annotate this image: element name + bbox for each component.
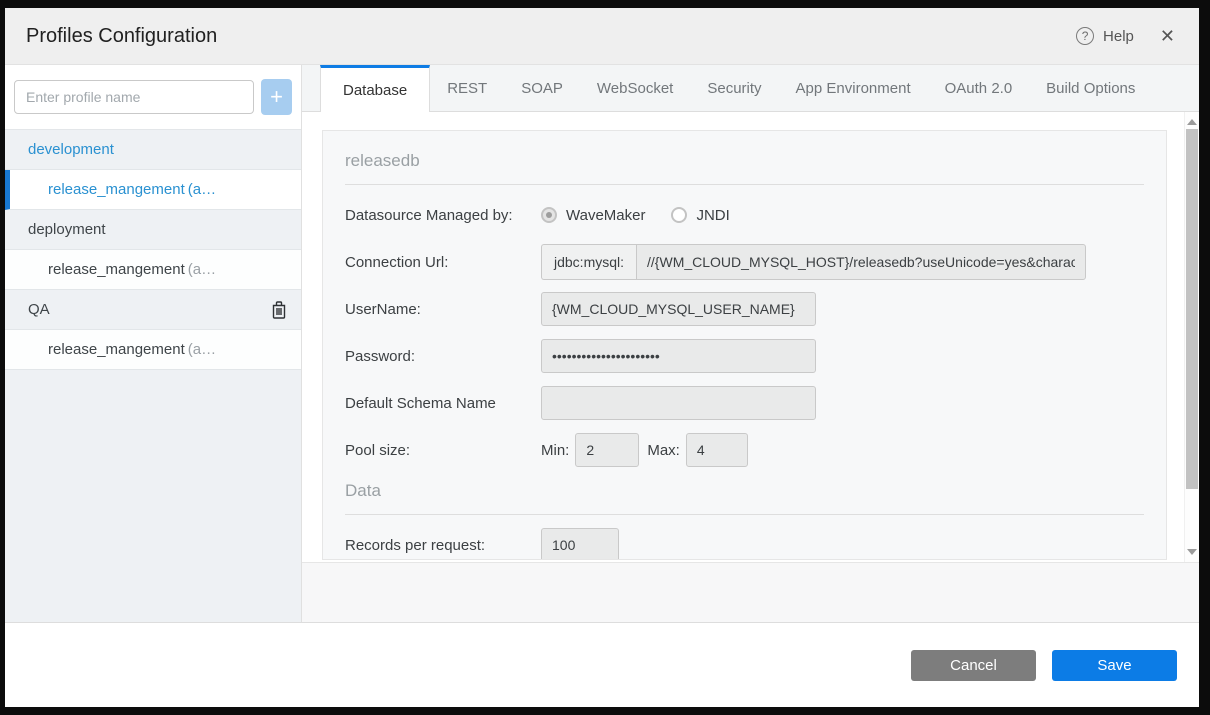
db-section-title: releasedb — [345, 151, 1144, 171]
datasource-radio-group: WaveMaker JNDI — [541, 207, 756, 224]
connection-url-label: Connection Url: — [345, 254, 541, 271]
save-button[interactable]: Save — [1052, 650, 1177, 681]
tab-database[interactable]: Database — [320, 65, 430, 112]
help-icon[interactable]: ? — [1076, 27, 1094, 45]
section-divider — [345, 184, 1144, 185]
tab-oauth[interactable]: OAuth 2.0 — [928, 65, 1030, 111]
tab-app-environment[interactable]: App Environment — [779, 65, 928, 111]
triangle-up-icon — [1187, 119, 1197, 125]
dialog-header: Profiles Configuration ? Help ✕ — [5, 8, 1199, 65]
radio-wavemaker[interactable]: WaveMaker — [541, 207, 645, 224]
close-icon[interactable]: ✕ — [1160, 27, 1175, 45]
profile-name-input[interactable] — [14, 80, 254, 114]
profile-group-label: deployment — [28, 221, 106, 238]
datasource-row: Datasource Managed by: WaveMaker JNDI — [345, 198, 1144, 232]
tab-security[interactable]: Security — [690, 65, 778, 111]
datasource-label: Datasource Managed by: — [345, 207, 541, 224]
content-bottom-strip — [302, 563, 1199, 622]
default-schema-label: Default Schema Name — [345, 395, 541, 412]
default-schema-row: Default Schema Name — [345, 386, 1144, 420]
records-row: Records per request: — [345, 528, 1144, 560]
username-label: UserName: — [345, 301, 541, 318]
default-schema-input[interactable] — [541, 386, 816, 420]
scroll-down-button[interactable] — [1185, 544, 1199, 560]
sidebar-item-qa[interactable]: QA — [5, 290, 301, 330]
profile-item-suffix: (a… — [188, 341, 216, 358]
dialog-title: Profiles Configuration — [26, 25, 1076, 48]
profile-item-label: release_mangement — [48, 181, 185, 198]
password-input[interactable] — [541, 339, 816, 373]
delete-profile-button[interactable] — [271, 300, 287, 319]
vertical-scrollbar[interactable] — [1184, 112, 1199, 562]
cancel-button[interactable]: Cancel — [911, 650, 1036, 681]
profile-item-label: release_mangement — [48, 261, 185, 278]
profile-content: Database REST SOAP WebSocket Security Ap… — [302, 65, 1199, 622]
profile-item-suffix: (a… — [188, 261, 216, 278]
database-settings-panel: releasedb Datasource Managed by: WaveMak… — [302, 112, 1199, 563]
profile-group-label: QA — [28, 301, 50, 318]
connection-url-row: Connection Url: jdbc:mysql: — [345, 245, 1144, 279]
profile-group-label: development — [28, 141, 114, 158]
profile-item-suffix: (a… — [188, 181, 216, 198]
pool-max-input[interactable] — [686, 433, 748, 467]
help-link[interactable]: Help — [1103, 28, 1134, 45]
jdbc-prefix: jdbc:mysql: — [541, 244, 636, 280]
scrollbar-thumb[interactable] — [1186, 129, 1198, 489]
radio-jndi[interactable]: JNDI — [671, 207, 729, 224]
profile-search-row: + — [5, 65, 301, 130]
data-section-title: Data — [345, 481, 1144, 501]
records-label: Records per request: — [345, 537, 541, 554]
sidebar-item-release-mangement-dev[interactable]: release_mangement (a… — [5, 170, 301, 210]
sidebar-item-release-mangement-deploy[interactable]: release_mangement (a… — [5, 250, 301, 290]
pool-min-input[interactable] — [575, 433, 639, 467]
scroll-up-button[interactable] — [1185, 114, 1199, 130]
section-divider — [345, 514, 1144, 515]
pool-size-label: Pool size: — [345, 442, 541, 459]
radio-selected-icon — [541, 207, 557, 223]
sidebar-item-deployment[interactable]: deployment — [5, 210, 301, 250]
radio-unselected-icon — [671, 207, 687, 223]
tab-rest[interactable]: REST — [430, 65, 504, 111]
profiles-configuration-dialog: Profiles Configuration ? Help ✕ + develo… — [5, 8, 1199, 707]
password-row: Password: — [345, 339, 1144, 373]
header-actions: ? Help ✕ — [1076, 27, 1175, 45]
sidebar-item-development[interactable]: development — [5, 130, 301, 170]
pool-min-label: Min: — [541, 442, 569, 459]
profile-tabbar: Database REST SOAP WebSocket Security Ap… — [302, 65, 1199, 112]
tab-build-options[interactable]: Build Options — [1029, 65, 1152, 111]
trash-icon — [271, 300, 287, 319]
triangle-down-icon — [1187, 549, 1197, 555]
profile-item-label: release_mangement — [48, 341, 185, 358]
records-input[interactable] — [541, 528, 619, 560]
pool-size-row: Pool size: Min: Max: — [345, 433, 1144, 467]
connection-url-input[interactable] — [636, 244, 1086, 280]
add-profile-button[interactable]: + — [261, 79, 292, 115]
dialog-footer: Cancel Save — [5, 622, 1199, 707]
dialog-body: + development release_mangement (a… depl… — [5, 65, 1199, 622]
pool-max-label: Max: — [647, 442, 680, 459]
database-settings-card: releasedb Datasource Managed by: WaveMak… — [322, 130, 1167, 560]
password-label: Password: — [345, 348, 541, 365]
profiles-sidebar: + development release_mangement (a… depl… — [5, 65, 302, 622]
username-row: UserName: — [345, 292, 1144, 326]
tab-soap[interactable]: SOAP — [504, 65, 580, 111]
sidebar-item-release-mangement-qa[interactable]: release_mangement (a… — [5, 330, 301, 370]
tab-websocket[interactable]: WebSocket — [580, 65, 690, 111]
username-input[interactable] — [541, 292, 816, 326]
